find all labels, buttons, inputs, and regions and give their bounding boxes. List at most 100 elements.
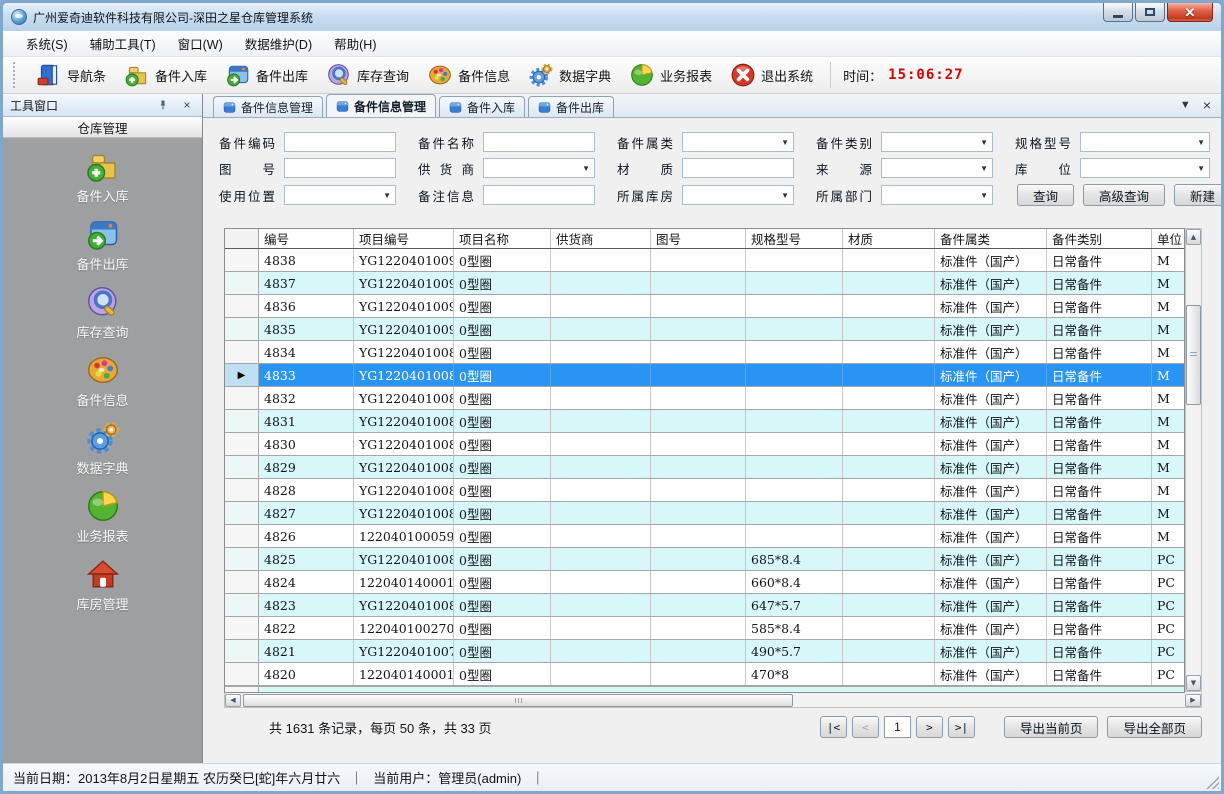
supplier-select[interactable]: ▼ xyxy=(483,158,595,178)
table-row[interactable]: 4827YG122040100820型圈标准件（国产）日常备件M xyxy=(225,502,1184,525)
warehouse-select[interactable]: ▼ xyxy=(682,185,794,205)
toolbar-window-out-button[interactable]: 备件出库 xyxy=(216,60,317,90)
table-cell: 0型圈 xyxy=(454,571,551,593)
sidebar-item-palette[interactable]: 备件信息 xyxy=(28,352,178,420)
table-row[interactable]: 4834YG122040100890型圈标准件（国产）日常备件M xyxy=(225,341,1184,364)
page-number-input[interactable]: 1 xyxy=(884,716,911,738)
toolbar-gears-button[interactable]: 数据字典 xyxy=(519,60,620,90)
menu-item-1[interactable]: 辅助工具(T) xyxy=(79,30,167,57)
table-row[interactable]: 4829YG122040100840型圈标准件（国产）日常备件M xyxy=(225,456,1184,479)
minimize-button[interactable] xyxy=(1103,3,1133,22)
spec-model-select[interactable]: ▼ xyxy=(1080,132,1210,152)
pin-icon[interactable] xyxy=(155,98,171,113)
toolbar-exit-button[interactable]: 退出系统 xyxy=(721,60,822,90)
table-row[interactable]: 4838YG122040100930型圈标准件（国产）日常备件M xyxy=(225,249,1184,272)
advanced-query-button[interactable]: 高级查询 xyxy=(1083,184,1165,206)
close-panel-icon[interactable]: × xyxy=(179,98,195,113)
menu-item-4[interactable]: 帮助(H) xyxy=(323,30,387,57)
part-name-input[interactable] xyxy=(483,132,595,152)
column-header-8[interactable]: 备件类别 xyxy=(1047,229,1152,248)
sidebar-section-header[interactable]: 仓库管理 xyxy=(3,117,202,138)
table-row[interactable]: 4832YG122040100870型圈标准件（国产）日常备件M xyxy=(225,387,1184,410)
horizontal-scroll-thumb[interactable] xyxy=(243,694,793,707)
horizontal-scrollbar[interactable]: ◀ ▶ xyxy=(224,693,1202,708)
table-row[interactable]: 482612204010005990型圈标准件（国产）日常备件M xyxy=(225,525,1184,548)
column-header-0[interactable]: 编号 xyxy=(259,229,354,248)
toolbar-folder-plus-button[interactable]: 备件入库 xyxy=(115,60,216,90)
toolbar-palette-button[interactable]: 备件信息 xyxy=(418,60,519,90)
table-row[interactable]: 4837YG122040100920型圈标准件（国产）日常备件M xyxy=(225,272,1184,295)
sidebar-item-pie[interactable]: 业务报表 xyxy=(28,488,178,556)
menu-item-3[interactable]: 数据维护(D) xyxy=(234,30,323,57)
scroll-left-button[interactable]: ◀ xyxy=(225,694,241,707)
table-row[interactable]: 482012204014000130型圈470*8标准件（国产）日常备件PC xyxy=(225,663,1184,686)
table-row[interactable]: 4831YG122040100860型圈标准件（国产）日常备件M xyxy=(225,410,1184,433)
location-select[interactable]: ▼ xyxy=(1080,158,1210,178)
sidebar-item-folder-plus[interactable]: 备件入库 xyxy=(28,148,178,216)
first-page-button[interactable]: |< xyxy=(820,716,847,738)
sidebar-item-magnifier[interactable]: 库存查询 xyxy=(28,284,178,352)
sidebar-item-window-out[interactable]: 备件出库 xyxy=(28,216,178,284)
table-row[interactable]: ▶4833YG122040100880型圈标准件（国产）日常备件M xyxy=(225,364,1184,387)
part-genus-select[interactable]: ▼ xyxy=(682,132,794,152)
table-row[interactable]: 4830YG122040100850型圈标准件（国产）日常备件M xyxy=(225,433,1184,456)
column-header-9[interactable]: 单位 xyxy=(1152,229,1186,248)
column-header-5[interactable]: 规格型号 xyxy=(746,229,843,248)
table-cell xyxy=(843,502,935,524)
export-current-page-button[interactable]: 导出当前页 xyxy=(1004,716,1099,738)
table-row[interactable]: 4836YG122040100910型圈标准件（国产）日常备件M xyxy=(225,295,1184,318)
tab-1-active[interactable]: 备件信息管理 xyxy=(326,94,436,117)
part-category-select[interactable]: ▼ xyxy=(881,132,993,152)
resize-grip[interactable] xyxy=(1206,776,1219,789)
tab-2[interactable]: 备件入库 xyxy=(439,96,525,117)
scroll-up-button[interactable]: ▲ xyxy=(1186,229,1201,245)
toolbar-drag-handle[interactable] xyxy=(13,62,19,88)
table-row[interactable]: 4828YG122040100830型圈标准件（国产）日常备件M xyxy=(225,479,1184,502)
column-header-2[interactable]: 项目名称 xyxy=(454,229,551,248)
table-row[interactable]: 4835YG122040100900型圈标准件（国产）日常备件M xyxy=(225,318,1184,341)
remark-input[interactable] xyxy=(483,185,595,205)
toolbar-book-button[interactable]: 导航条 xyxy=(27,60,115,90)
scroll-right-button[interactable]: ▶ xyxy=(1185,694,1201,707)
table-row[interactable]: 4825YG122040100810型圈685*8.4标准件（国产）日常备件PC xyxy=(225,548,1184,571)
table-row[interactable]: 4823YG122040100800型圈647*5.7标准件（国产）日常备件PC xyxy=(225,594,1184,617)
menu-item-0[interactable]: 系统(S) xyxy=(15,30,79,57)
toolbar-pie-button[interactable]: 业务报表 xyxy=(620,60,721,90)
new-button[interactable]: 新建 xyxy=(1174,184,1224,206)
table-cell: PC xyxy=(1152,548,1186,570)
use-position-select[interactable]: ▼ xyxy=(284,185,396,205)
table-cell xyxy=(746,433,843,455)
close-button[interactable]: ✕ xyxy=(1167,3,1213,22)
drawing-no-input[interactable] xyxy=(284,158,396,178)
sidebar-item-house[interactable]: 库房管理 xyxy=(28,556,178,624)
column-header-3[interactable]: 供货商 xyxy=(551,229,651,248)
vertical-scrollbar[interactable]: ▲ ▼ xyxy=(1185,228,1202,692)
last-page-button[interactable]: >| xyxy=(948,716,975,738)
next-page-button[interactable]: > xyxy=(916,716,943,738)
maximize-button[interactable] xyxy=(1135,3,1165,22)
column-header-4[interactable]: 图号 xyxy=(651,229,746,248)
query-button[interactable]: 查询 xyxy=(1017,184,1074,206)
table-row[interactable]: 482212204010027000型圈585*8.4标准件（国产）日常备件PC xyxy=(225,617,1184,640)
table-row[interactable]: 4821YG122040100790型圈490*5.7标准件（国产）日常备件PC xyxy=(225,640,1184,663)
column-header-7[interactable]: 备件属类 xyxy=(935,229,1047,248)
export-all-pages-button[interactable]: 导出全部页 xyxy=(1107,716,1202,738)
scroll-down-button[interactable]: ▼ xyxy=(1186,675,1201,691)
vertical-scroll-thumb[interactable] xyxy=(1186,305,1201,405)
column-header-1[interactable]: 项目编号 xyxy=(354,229,454,248)
tab-list-dropdown-icon[interactable]: ▼ xyxy=(1180,100,1191,111)
table-cell: 0型圈 xyxy=(454,364,551,386)
department-select[interactable]: ▼ xyxy=(881,185,993,205)
source-select[interactable]: ▼ xyxy=(881,158,993,178)
toolbar-magnifier-button[interactable]: 库存查询 xyxy=(317,60,418,90)
tab-0[interactable]: 备件信息管理 xyxy=(213,96,323,117)
material-input[interactable] xyxy=(682,158,794,178)
part-code-input[interactable] xyxy=(284,132,396,152)
menu-item-2[interactable]: 窗口(W) xyxy=(167,30,234,57)
table-row[interactable]: 482412204014000120型圈660*8.4标准件（国产）日常备件PC xyxy=(225,571,1184,594)
close-tab-icon[interactable]: × xyxy=(1203,98,1211,112)
tab-3[interactable]: 备件出库 xyxy=(528,96,614,117)
tool-window-caption: 工具窗口 × xyxy=(3,94,202,117)
column-header-6[interactable]: 材质 xyxy=(843,229,935,248)
sidebar-item-gears[interactable]: 数据字典 xyxy=(28,420,178,488)
